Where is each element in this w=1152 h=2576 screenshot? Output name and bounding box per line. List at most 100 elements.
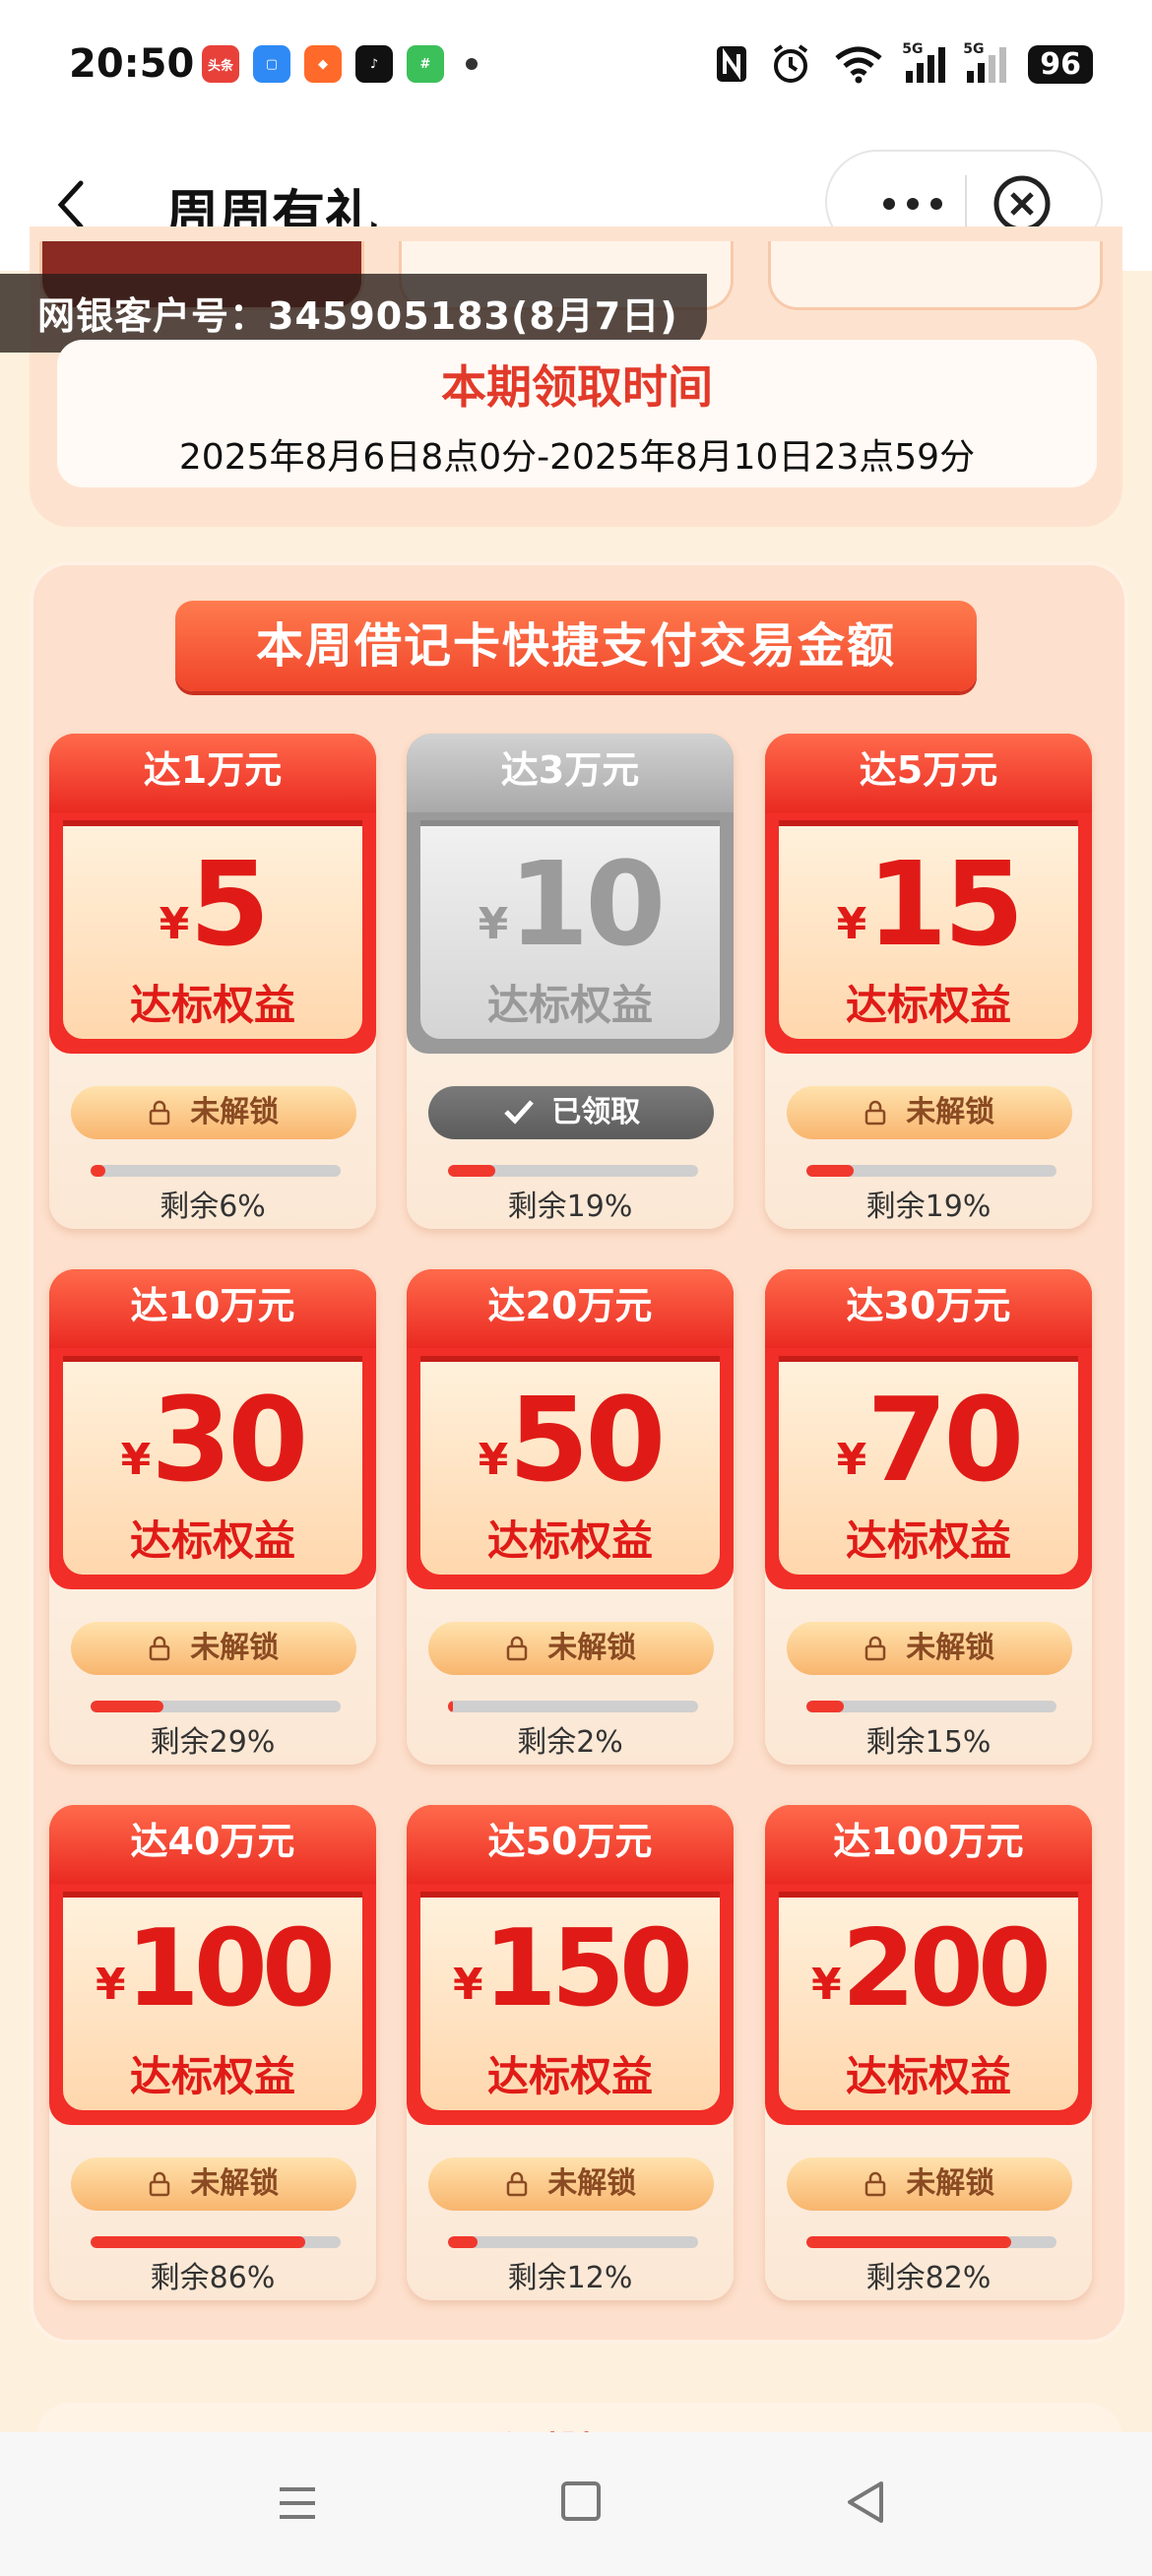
reward-card[interactable]: 达100万元 ¥200 达标权益 未解锁 剩余82% [765, 1805, 1092, 2300]
battery-indicator: 96 [1028, 44, 1093, 84]
reward-benefit-label: 达标权益 [129, 2052, 295, 2100]
reward-threshold: 达10万元 [49, 1269, 376, 1348]
signal-2-icon: 5G [963, 41, 1007, 83]
reward-coupon: ¥70 达标权益 [779, 1356, 1078, 1575]
remaining-progress-fill [806, 2236, 1012, 2248]
reward-amount: ¥50 [420, 1372, 720, 1508]
reward-coupon: ¥30 达标权益 [63, 1356, 362, 1575]
reward-button-label: 未解锁 [547, 2166, 637, 2201]
reward-amount-value: 200 [841, 1907, 1052, 2030]
reward-coupon: ¥50 达标权益 [420, 1356, 720, 1575]
reward-amount: ¥30 [63, 1372, 362, 1508]
unlock-button[interactable]: 未解锁 [71, 2157, 356, 2211]
alarm-icon [774, 44, 808, 83]
reward-card[interactable]: 达20万元 ¥50 达标权益 未解锁 剩余2% [407, 1269, 734, 1765]
reward-card[interactable]: 达5万元 ¥15 达标权益 未解锁 剩余19% [765, 734, 1092, 1229]
reward-benefit-label: 达标权益 [845, 2052, 1011, 2100]
currency-symbol: ¥ [120, 1435, 152, 1485]
remaining-progress-bar [806, 1701, 1056, 1712]
reward-benefit-label: 达标权益 [486, 1516, 653, 1565]
remaining-progress-bar [806, 2236, 1056, 2248]
remaining-progress-bar [448, 1701, 698, 1712]
unlock-button[interactable]: 未解锁 [787, 2157, 1072, 2211]
remaining-label: 剩余2% [517, 1725, 623, 1760]
signal-2-label: 5G [963, 41, 985, 57]
reward-button-label: 未解锁 [190, 1095, 280, 1129]
back-arrow-icon[interactable] [49, 175, 98, 234]
more-notifications-dot-icon [466, 58, 478, 70]
lock-icon [864, 2171, 886, 2197]
reward-amount-value: 15 [866, 836, 1024, 972]
reward-card[interactable]: 达10万元 ¥30 达标权益 未解锁 剩余29% [49, 1269, 376, 1765]
reward-card[interactable]: 达1万元 ¥5 达标权益 未解锁 剩余6% [49, 734, 376, 1229]
reward-coupon: ¥150 达标权益 [420, 1892, 720, 2110]
reward-card[interactable]: 达40万元 ¥100 达标权益 未解锁 剩余86% [49, 1805, 376, 2300]
reward-coupon: ¥200 达标权益 [779, 1892, 1078, 2110]
reward-amount: ¥5 [63, 836, 362, 972]
recent-apps-icon[interactable] [276, 2481, 319, 2525]
claim-period-title: 本期领取时间 [441, 360, 713, 414]
home-icon[interactable] [561, 2481, 601, 2521]
lock-icon [149, 1100, 170, 1126]
reward-benefit-label: 达标权益 [129, 981, 295, 1029]
reward-amount-value: 30 [151, 1372, 308, 1508]
remaining-progress-bar [448, 2236, 698, 2248]
cloud-app-icon: ▢ [253, 45, 290, 83]
reward-amount: ¥10 [420, 836, 720, 972]
unlock-button[interactable]: 未解锁 [787, 1622, 1072, 1675]
unlock-button[interactable]: 未解锁 [428, 2157, 714, 2211]
rewards-panel-heading: 本周借记卡快捷支付交易金额 [175, 601, 977, 691]
toutiao-badge-text: 头条 [207, 58, 233, 74]
reward-coupon: ¥100 达标权益 [63, 1892, 362, 2110]
remaining-progress-fill [448, 1165, 496, 1177]
reward-coupon: ¥15 达标权益 [779, 820, 1078, 1039]
signal-1-icon: 5G [902, 41, 946, 83]
reward-benefit-label: 达标权益 [845, 981, 1011, 1029]
reward-button-label: 未解锁 [906, 1095, 995, 1129]
system-back-icon[interactable] [842, 2478, 889, 2527]
unlock-button[interactable]: 未解锁 [71, 1622, 356, 1675]
wifi-icon [835, 46, 882, 84]
unlock-button[interactable]: 未解锁 [787, 1086, 1072, 1139]
reward-button-label: 未解锁 [906, 2166, 995, 2201]
shop-app-icon: ◆ [304, 45, 342, 83]
currency-symbol: ¥ [452, 1960, 483, 2010]
remaining-progress-fill [91, 1165, 106, 1177]
reward-amount-value: 5 [189, 836, 270, 972]
nfc-icon [717, 46, 747, 82]
remaining-progress-bar [91, 2236, 341, 2248]
reward-button-label: 未解锁 [906, 1631, 995, 1665]
reward-card[interactable]: 达30万元 ¥70 达标权益 未解锁 剩余15% [765, 1269, 1092, 1765]
unlock-button[interactable]: 未解锁 [428, 1622, 714, 1675]
week-tab-next[interactable] [768, 241, 1103, 310]
remaining-progress-fill [806, 1165, 855, 1177]
remaining-label: 剩余12% [507, 2261, 633, 2295]
reward-benefit-label: 达标权益 [845, 1516, 1011, 1565]
currency-symbol: ¥ [478, 899, 509, 949]
unlock-button[interactable]: 未解锁 [71, 1086, 356, 1139]
reward-threshold: 达5万元 [765, 734, 1092, 812]
reward-card[interactable]: 达3万元 ¥10 达标权益 已领取 剩余19% [407, 734, 734, 1229]
status-time: 20:50 [69, 41, 195, 87]
reward-amount: ¥70 [779, 1372, 1078, 1508]
claimed-button[interactable]: 已领取 [428, 1086, 714, 1139]
remaining-progress-fill [448, 2236, 479, 2248]
system-status-icons: 5G 5G 96 [715, 41, 1093, 85]
reward-card[interactable]: 达50万元 ¥150 达标权益 未解锁 剩余12% [407, 1805, 734, 2300]
lock-icon [864, 1100, 886, 1126]
more-options-icon[interactable] [868, 187, 957, 221]
currency-symbol: ¥ [810, 1960, 842, 2010]
currency-symbol: ¥ [478, 1435, 509, 1485]
reward-threshold: 达50万元 [407, 1805, 734, 1884]
currency-symbol: ¥ [836, 899, 867, 949]
lock-icon [149, 2171, 170, 2197]
currency-symbol: ¥ [836, 1435, 867, 1485]
signal-1-label: 5G [902, 41, 924, 57]
lock-icon [864, 1636, 886, 1661]
tiktok-app-icon: ♪ [355, 45, 393, 83]
toutiao-app-icon: 头条 [202, 45, 239, 83]
check-icon [503, 1100, 534, 1125]
remaining-label: 剩余6% [160, 1190, 266, 1224]
reward-amount: ¥100 [63, 1907, 362, 2030]
remaining-label: 剩余82% [865, 2261, 992, 2295]
